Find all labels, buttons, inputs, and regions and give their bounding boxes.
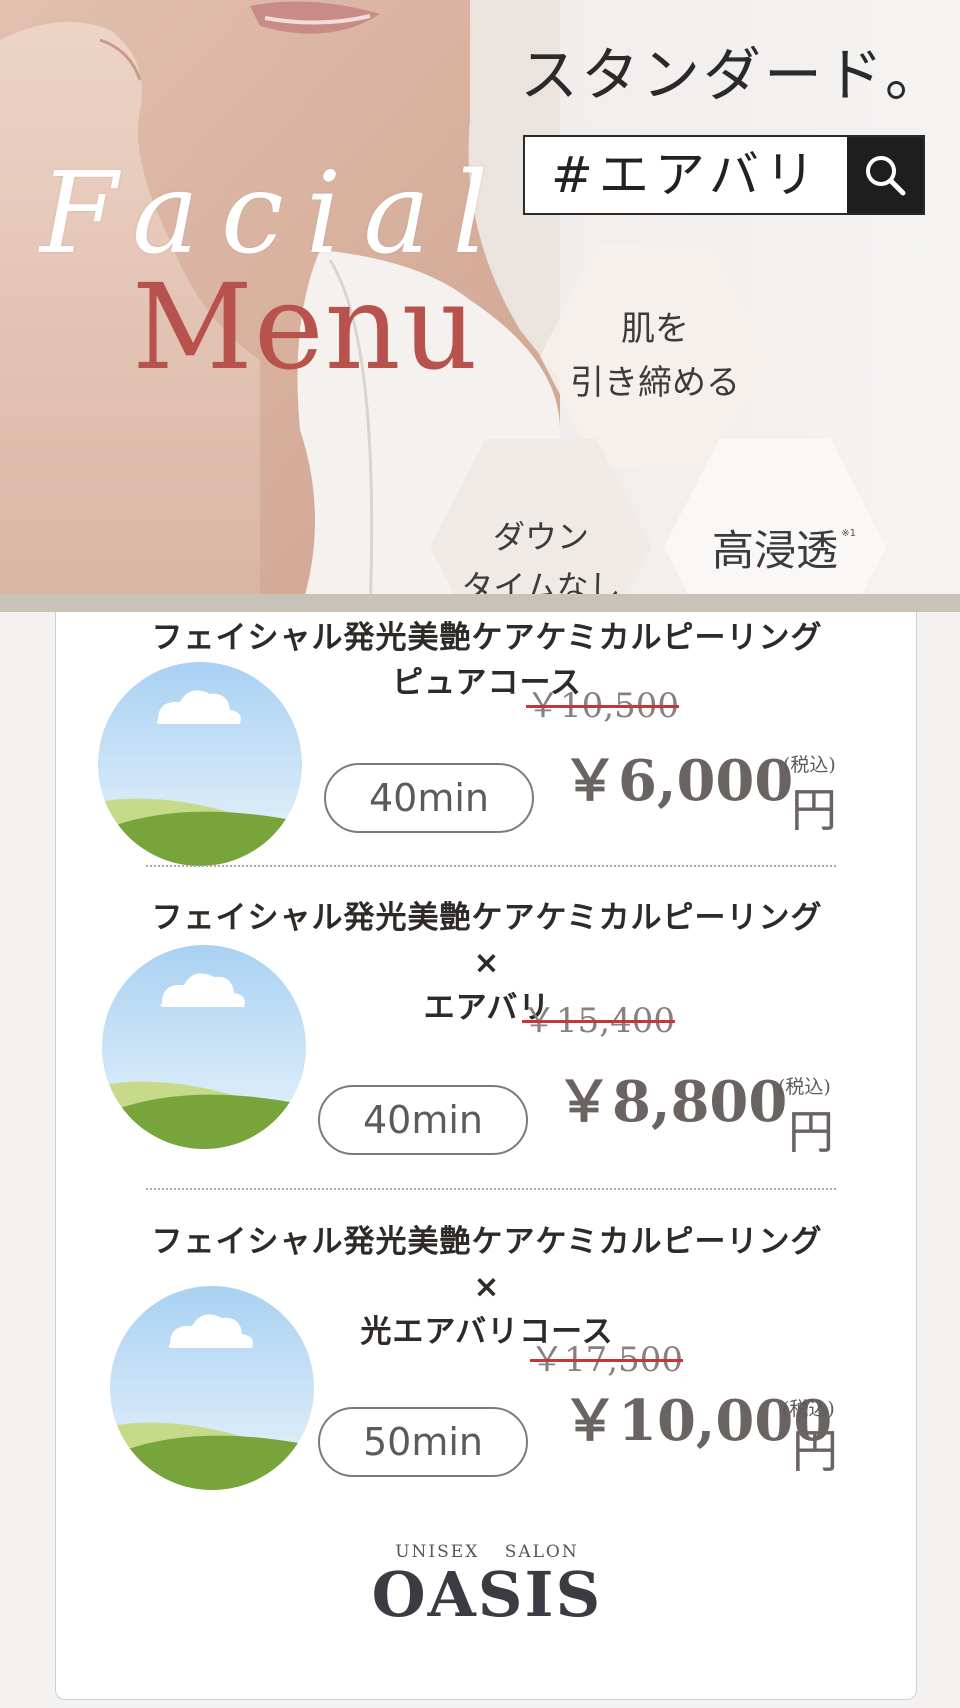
- original-price: ￥17,500: [530, 1340, 683, 1380]
- hero-banner: Facial Menu スタンダード。 #エアバリ 肌を 引き締める ダウン タ…: [0, 0, 960, 612]
- hero-script-facial: Facial: [40, 149, 511, 279]
- currency-unit: 円: [788, 1105, 834, 1159]
- search-button[interactable]: [847, 137, 923, 213]
- search-icon: [866, 156, 906, 196]
- sale-price: ￥6,000: [562, 748, 794, 814]
- hero-script-menu: Menu: [132, 258, 479, 396]
- item-divider: [146, 865, 836, 867]
- hero-title: スタンダード。: [520, 41, 946, 109]
- feature-penetration-label: 高浸透: [711, 525, 838, 575]
- feature-firming-label: 肌を 引き締める: [570, 309, 740, 403]
- tax-included-label: (税込): [783, 754, 836, 776]
- duration-badge: 50min: [318, 1407, 528, 1477]
- menu-item-image: [98, 662, 302, 866]
- original-price: ￥10,500: [526, 686, 679, 726]
- hero-bottom-band: [0, 594, 960, 612]
- item-divider: [146, 1188, 836, 1190]
- currency-unit: 円: [791, 783, 837, 837]
- feature-note-marker: ※1: [841, 528, 856, 539]
- menu-item-image: [102, 945, 306, 1149]
- currency-unit: 円: [792, 1424, 838, 1478]
- feature-hex-firming: 肌を 引き締める: [540, 245, 770, 467]
- search-bar[interactable]: #エアバリ: [523, 135, 925, 215]
- original-price: ￥15,400: [522, 1001, 675, 1041]
- menu-card: フェイシャル発光美艶ケアケミカルピーリング ピュアコース 40min ￥10,5…: [55, 612, 917, 1700]
- duration-badge: 40min: [324, 763, 534, 833]
- tax-included-label: (税込): [778, 1076, 831, 1098]
- search-query[interactable]: #エアバリ: [525, 137, 847, 213]
- landscape-placeholder-icon: [102, 945, 306, 1149]
- landscape-placeholder-icon: [110, 1286, 314, 1490]
- sale-price: ￥8,800: [556, 1069, 788, 1135]
- menu-item-image: [110, 1286, 314, 1490]
- landscape-placeholder-icon: [98, 662, 302, 866]
- duration-badge: 40min: [318, 1085, 528, 1155]
- brand-logo: OASIS: [371, 1558, 603, 1631]
